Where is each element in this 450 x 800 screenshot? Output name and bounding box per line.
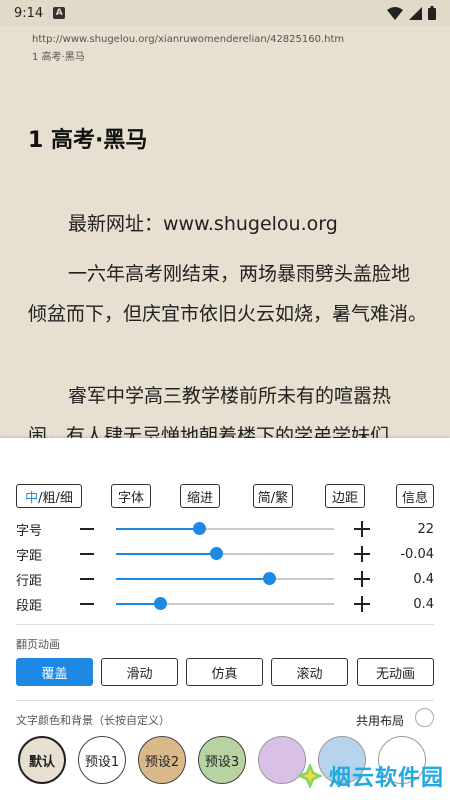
indent-button[interactable]: 缩进: [180, 484, 220, 508]
slider-thumb[interactable]: [262, 572, 276, 585]
decrease-letter-spacing-button[interactable]: [80, 553, 94, 555]
color-preset-2[interactable]: 预设2: [138, 736, 186, 784]
slider-fill: [116, 578, 269, 580]
slider-thumb[interactable]: [210, 547, 224, 560]
shared-layout-toggle[interactable]: [415, 708, 434, 727]
watermark-logo-icon: [296, 763, 323, 789]
increase-letter-spacing-button[interactable]: [354, 546, 370, 562]
slider-value: 0.4: [413, 571, 434, 587]
weight-options-label: /粗/细: [38, 490, 73, 506]
slider-label: 字号: [16, 523, 43, 539]
increase-line-spacing-button[interactable]: [354, 571, 370, 587]
chapter-title: 1 高考·黑马: [28, 128, 148, 153]
color-bg-label: 文字颜色和背景（长按自定义）: [16, 714, 170, 727]
paragraph: 一六年高考刚结束，两场暴雨劈头盖脸地倾盆而下，但庆宜市依旧火云如烧，暑气难消。: [28, 263, 428, 325]
slider-thumb[interactable]: [192, 522, 206, 535]
page-anim-label: 翻页动画: [16, 638, 60, 651]
watermark: 烟云软件园: [295, 760, 444, 792]
paragraph-spacing-row: 段距 0.4: [0, 592, 450, 616]
reading-settings-panel: 中/粗/细 字体 缩进 简/繁 边距 信息 字号 22 字距 -0.04 行距 …: [0, 438, 450, 800]
divider: [16, 624, 434, 625]
shared-layout-label: 共用布局: [355, 714, 404, 728]
decrease-font-size-button[interactable]: [80, 528, 94, 530]
letter-spacing-slider[interactable]: [116, 547, 334, 560]
slider-value: 22: [417, 521, 434, 537]
color-preset-1[interactable]: 预设1: [78, 736, 126, 784]
anim-option-scroll[interactable]: 滚动: [271, 658, 348, 686]
slider-value: -0.04: [400, 546, 434, 562]
slider-fill: [116, 528, 199, 530]
slider-value: 0.4: [413, 596, 434, 612]
weight-active-label: 中: [25, 490, 39, 506]
status-bar: 9:14 A: [0, 0, 450, 26]
divider: [16, 700, 434, 701]
status-time: 9:14: [14, 5, 44, 21]
slider-fill: [116, 553, 217, 555]
paragraph: 最新网址：www.shugelou.org: [68, 213, 338, 235]
line-spacing-slider[interactable]: [116, 572, 334, 585]
font-size-row: 字号 22: [0, 517, 450, 541]
paragraph-spacing-slider[interactable]: [116, 597, 334, 610]
color-preset-3[interactable]: 预设3: [198, 736, 246, 784]
watermark-text: 烟云软件园: [328, 766, 444, 791]
decrease-paragraph-spacing-button[interactable]: [80, 603, 94, 605]
font-size-slider[interactable]: [116, 522, 334, 535]
wifi-icon: [387, 6, 403, 20]
simp-trad-button[interactable]: 简/繁: [253, 484, 293, 508]
notification-icon: A: [53, 7, 66, 19]
decrease-line-spacing-button[interactable]: [80, 578, 94, 580]
info-button[interactable]: 信息: [396, 484, 434, 508]
battery-icon: [428, 6, 436, 20]
reader-content[interactable]: http://www.shugelou.org/xianruwomenderel…: [0, 26, 450, 438]
anim-option-slide[interactable]: 滑动: [101, 658, 178, 686]
slider-label: 字距: [16, 548, 43, 564]
chapter-url: http://www.shugelou.org/xianruwomenderel…: [32, 34, 345, 45]
letter-spacing-row: 字距 -0.04: [0, 542, 450, 566]
anim-option-cover[interactable]: 覆盖: [16, 658, 93, 686]
font-weight-button[interactable]: 中/粗/细: [16, 484, 82, 508]
increase-paragraph-spacing-button[interactable]: [354, 596, 370, 612]
color-preset-default[interactable]: 默认: [18, 736, 66, 784]
increase-font-size-button[interactable]: [354, 521, 370, 537]
margin-button[interactable]: 边距: [325, 484, 365, 508]
line-spacing-row: 行距 0.4: [0, 567, 450, 591]
paragraph: 睿军中学高三教学楼前所未有的喧嚣热闹，有人肆无忌惮地朝着楼下的学弟学妹们喊：“加…: [28, 385, 392, 438]
anim-option-none[interactable]: 无动画: [357, 658, 434, 686]
font-button[interactable]: 字体: [111, 484, 151, 508]
status-right: [387, 6, 436, 20]
slider-thumb[interactable]: [153, 597, 167, 610]
signal-icon: [409, 6, 422, 20]
anim-option-simulation[interactable]: 仿真: [186, 658, 263, 686]
slider-label: 行距: [16, 573, 43, 589]
chapter-header-small: 1 高考·黑马: [32, 52, 85, 63]
slider-label: 段距: [16, 598, 43, 614]
